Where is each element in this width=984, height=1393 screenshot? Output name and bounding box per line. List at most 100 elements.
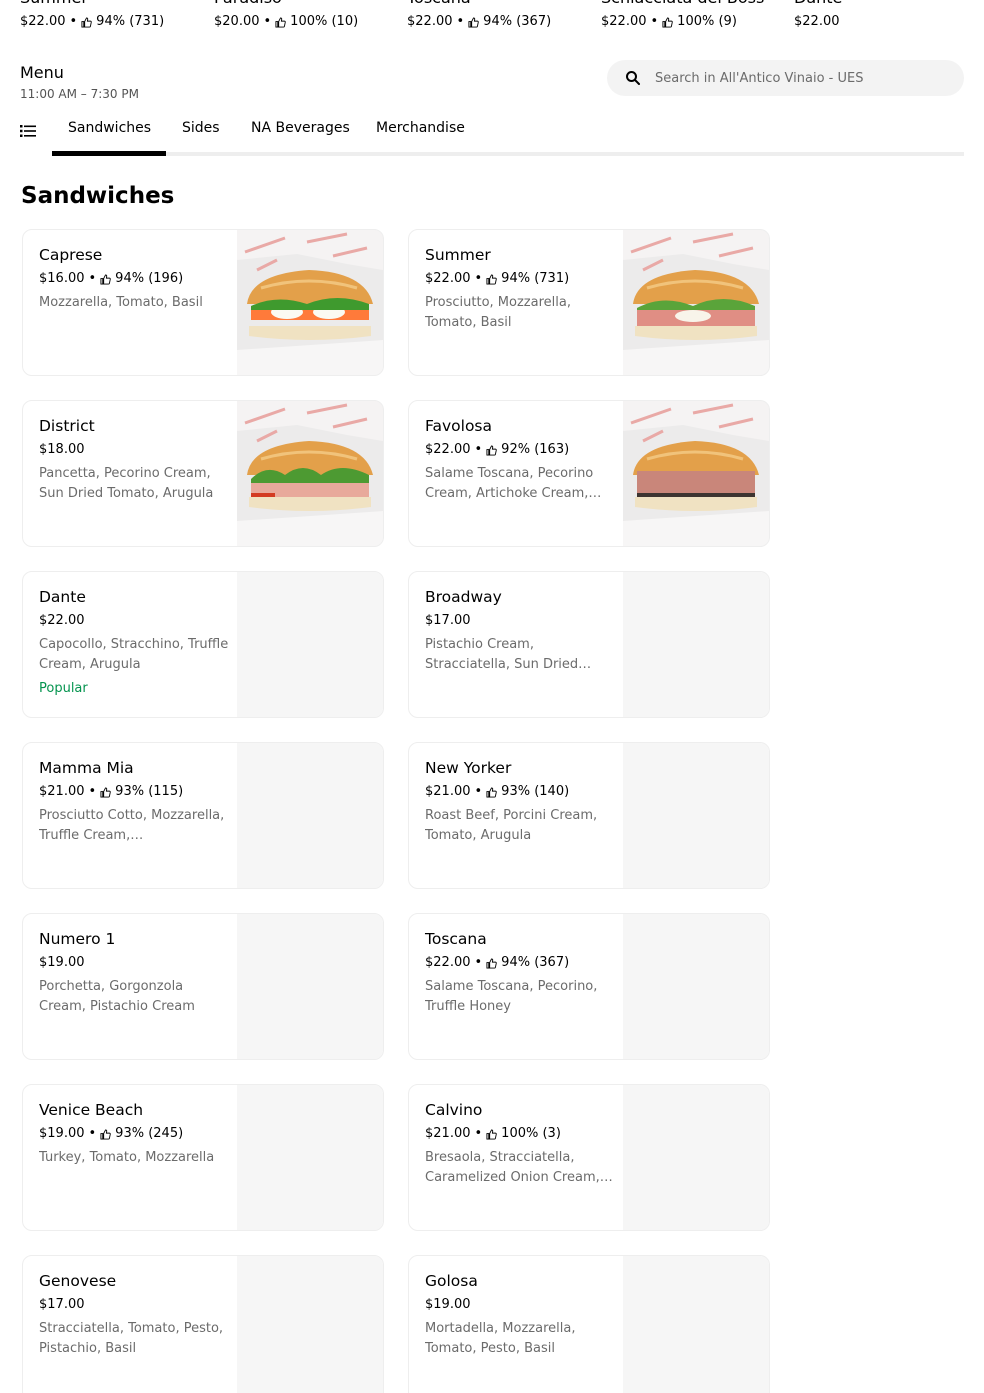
menu-item-photo (623, 401, 769, 546)
featured-item[interactable]: Schiacciata del Boss $22.00• 100% (9) (601, 0, 781, 30)
featured-item-rating: 94% (367) (483, 14, 552, 29)
menu-item-description: Capocollo, Stracchino, Truffle Cream, Ar… (39, 637, 229, 672)
featured-item[interactable]: Toscana $22.00• 94% (367) (407, 0, 587, 30)
featured-item[interactable]: Summer $22.00• 94% (731) (20, 0, 200, 30)
menu-item-card[interactable]: Numero 1 $19.00 Porchetta, Gorgonzola Crea… (22, 913, 384, 1060)
menu-item-meta: $21.00 • 93% (115) (39, 784, 184, 799)
featured-item-name: Summer (20, 0, 200, 8)
featured-item-price: $20.00 (214, 14, 260, 29)
menu-item-card[interactable]: Caprese $16.00 • 94% (196) Mozzarella, Tomat… (22, 229, 384, 376)
search-input[interactable] (655, 70, 945, 86)
menu-item-card[interactable]: Calvino $21.00 • 100% (3) Bresaola, Straccia… (408, 1084, 770, 1231)
menu-item-info: Genovese $17.00 Stracciatella, Tomato, Pes… (39, 1271, 229, 1359)
menu-item-meta: $22.00 • 94% (367) (425, 955, 570, 970)
menu-item-meta: $19.00 (425, 1297, 615, 1313)
menu-item-photo (623, 230, 769, 375)
menu-item-rating: 93% (245) (115, 1126, 184, 1141)
menu-item-name: New Yorker (425, 759, 512, 777)
menu-item-rating: 94% (196) (115, 271, 184, 286)
menu-item-price: $19.00 (39, 1126, 85, 1141)
featured-items-strip: Summer $22.00• 94% (731) Paradiso $20.00… (0, 0, 984, 40)
thumbs-up-icon (100, 786, 111, 798)
featured-item[interactable]: Dante $22.00 (794, 0, 974, 30)
menu-item-photo (237, 230, 383, 375)
menu-item-description: Pancetta, Pecorino Cream, Sun Dried Toma… (39, 466, 214, 501)
menu-item-price: $22.00 (425, 955, 471, 970)
menu-item-info: Toscana $22.00 • 94% (367) Salame Toscana, P… (425, 929, 615, 1017)
menu-item-price: $21.00 (39, 784, 85, 799)
menu-item-info: Dante $22.00 Capocollo, Stracchino, Truffl… (39, 587, 229, 697)
menu-item-card[interactable]: Summer $22.00 • 94% (731) Prosciutto, Mozzar… (408, 229, 770, 376)
menu-item-price: $16.00 (39, 271, 85, 286)
menu-item-meta: $22.00 • 94% (731) (425, 271, 570, 286)
featured-item-meta: $22.00 • 94% (731) (20, 14, 165, 29)
featured-item[interactable]: Paradiso $20.00• 100% (10) (214, 0, 394, 30)
menu-item-name: Genovese (39, 1272, 117, 1290)
menu-item-price: $22.00 (425, 442, 471, 457)
menu-item-name: District (39, 417, 95, 435)
menu-item-price: $17.00 (39, 1297, 85, 1312)
menu-item-meta: $16.00 • 94% (196) (39, 271, 184, 286)
category-tabs: Sandwiches Sides NA Beverages Merchandis… (0, 110, 984, 158)
menu-item-card[interactable]: Favolosa $22.00 • 92% (163) Salame Toscana, … (408, 400, 770, 547)
menu-item-card[interactable]: District $18.00 Pancetta, Pecorino Cream, … (22, 400, 384, 547)
category-list-icon[interactable] (20, 123, 36, 137)
menu-item-meta: $21.00 • 93% (140) (425, 784, 570, 799)
menu-item-info: Venice Beach $19.00 • 93% (245) Turkey, Toma… (39, 1100, 229, 1168)
menu-item-price: $22.00 (425, 271, 471, 286)
menu-item-card[interactable]: Toscana $22.00 • 94% (367) Salame Toscana, P… (408, 913, 770, 1060)
featured-item-name: Paradiso (214, 0, 394, 8)
featured-item-meta: $22.00 • 100% (9) (601, 14, 737, 29)
menu-item-description: Salame Toscana, Pecorino, Truffle Honey (425, 979, 598, 1014)
menu-item-price: $19.00 (425, 1297, 471, 1312)
menu-item-name: Calvino (425, 1101, 483, 1119)
menu-item-photo (623, 1085, 769, 1230)
featured-item-price: $22.00 (601, 14, 647, 29)
menu-item-rating: 94% (367) (501, 955, 570, 970)
menu-item-description: Turkey, Tomato, Mozzarella (39, 1150, 215, 1165)
menu-item-card[interactable]: Mamma Mia $21.00 • 93% (115) Prosciutto Cott… (22, 742, 384, 889)
menu-item-rating: 100% (3) (501, 1126, 561, 1141)
menu-item-card[interactable]: Golosa $19.00 Mortadella, Mozzarella, Toma… (408, 1255, 770, 1393)
menu-item-price: $18.00 (39, 442, 85, 457)
menu-title: Menu (20, 63, 64, 82)
menu-item-card[interactable]: New Yorker $21.00 • 93% (140) Roast Beef, Po… (408, 742, 770, 889)
menu-item-meta: $17.00 (425, 613, 615, 629)
menu-item-name: Toscana (425, 930, 487, 948)
menu-item-card[interactable]: Genovese $17.00 Stracciatella, Tomato, Pes… (22, 1255, 384, 1393)
menu-item-photo (237, 1085, 383, 1230)
menu-item-description: Pistachio Cream, Stracciatella, Sun Drie… (425, 637, 592, 672)
menu-item-photo (237, 572, 383, 717)
menu-item-rating: 94% (731) (501, 271, 570, 286)
menu-item-price: $17.00 (425, 613, 471, 628)
menu-item-price: $21.00 (425, 1126, 471, 1141)
menu-item-info: Summer $22.00 • 94% (731) Prosciutto, Mozzar… (425, 245, 615, 333)
tab-sandwiches[interactable]: Sandwiches (68, 119, 151, 137)
featured-item-name: Schiacciata del Boss (601, 0, 781, 8)
featured-item-name: Toscana (407, 0, 587, 8)
menu-item-description: Porchetta, Gorgonzola Cream, Pistachio C… (39, 979, 195, 1014)
tab-merchandise[interactable]: Merchandise (376, 119, 465, 137)
featured-item-rating: 94% (731) (96, 14, 165, 29)
menu-item-meta: $19.00 (39, 955, 229, 971)
tab-sides[interactable]: Sides (182, 119, 220, 137)
thumbs-up-icon (486, 957, 497, 969)
menu-item-info: Calvino $21.00 • 100% (3) Bresaola, Straccia… (425, 1100, 615, 1188)
featured-item-name: Dante (794, 0, 974, 8)
menu-item-meta: $17.00 (39, 1297, 229, 1313)
menu-item-card[interactable]: Venice Beach $19.00 • 93% (245) Turkey, Toma… (22, 1084, 384, 1231)
featured-item-rating: 100% (9) (677, 14, 737, 29)
tab-na-beverages[interactable]: NA Beverages (251, 119, 350, 137)
menu-item-description: Roast Beef, Porcini Cream, Tomato, Arugu… (425, 808, 598, 843)
menu-item-info: New Yorker $21.00 • 93% (140) Roast Beef, Po… (425, 758, 615, 846)
menu-item-card[interactable]: Broadway $17.00 Pistachio Cream, Stracciat… (408, 571, 770, 718)
menu-item-description: Prosciutto Cotto, Mozzarella, Truffle Cr… (39, 808, 225, 843)
sandwich-photo (623, 230, 769, 375)
featured-item-meta: $20.00 • 100% (10) (214, 14, 359, 29)
menu-item-name: Venice Beach (39, 1101, 144, 1119)
menu-search-bar[interactable] (607, 60, 964, 96)
thumbs-up-icon (81, 16, 92, 28)
menu-item-card[interactable]: Dante $22.00 Capocollo, Stracchino, Truffl… (22, 571, 384, 718)
menu-item-info: Golosa $19.00 Mortadella, Mozzarella, Toma… (425, 1271, 615, 1359)
menu-item-photo (237, 914, 383, 1059)
